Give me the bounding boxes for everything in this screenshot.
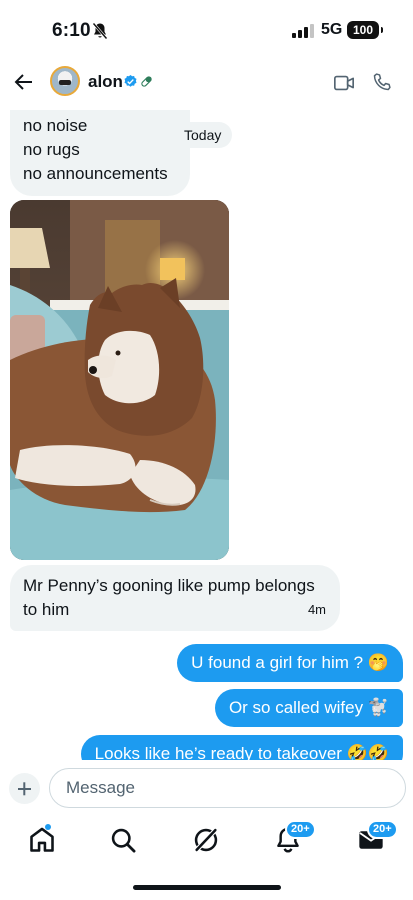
signal-icon — [292, 24, 314, 38]
username[interactable]: alon — [88, 72, 123, 92]
avatar[interactable] — [50, 66, 80, 96]
outgoing-message[interactable]: Looks like he’s ready to takeover 🤣🤣 — [80, 735, 403, 760]
status-time: 6:10 — [52, 20, 91, 41]
home-indicator — [133, 885, 281, 890]
bottom-navigation: 20+ 20+ — [0, 816, 413, 866]
back-arrow-icon[interactable] — [12, 70, 36, 94]
battery-indicator: 100 — [347, 21, 383, 39]
verified-icon — [124, 74, 137, 87]
date-separator: Today — [173, 122, 233, 148]
grok-icon[interactable] — [192, 826, 220, 854]
notifications-badge: 20+ — [285, 820, 316, 839]
message-input[interactable] — [49, 768, 406, 808]
home-unread-dot — [45, 824, 51, 830]
message-line: no noise — [23, 116, 88, 135]
video-call-icon[interactable] — [333, 72, 355, 94]
message-thread: no noise no rugs no announcements Today — [0, 110, 413, 760]
message-composer — [0, 760, 413, 816]
dog-photo — [10, 200, 229, 560]
add-media-button[interactable] — [9, 773, 40, 804]
outgoing-message[interactable]: Or so called wifey 🐩 — [214, 689, 403, 727]
photo-message[interactable] — [10, 200, 229, 560]
network-label: 5G — [321, 21, 343, 38]
message-text: Mr Penny’s gooning like pump belongs to … — [23, 576, 315, 619]
message-line: no announcements — [23, 164, 168, 183]
home-icon[interactable] — [28, 826, 56, 854]
incoming-message[interactable]: Mr Penny’s gooning like pump belongs to … — [10, 565, 340, 631]
search-icon[interactable] — [109, 826, 137, 854]
message-timestamp: 4m — [307, 602, 326, 617]
bell-off-icon — [92, 22, 108, 40]
pill-icon — [141, 76, 152, 87]
phone-call-icon[interactable] — [372, 72, 392, 92]
outgoing-message[interactable]: U found a girl for him ? 🤭 — [177, 644, 403, 682]
message-line: no rugs — [23, 140, 80, 159]
conversation-header: alon — [0, 58, 413, 110]
status-bar: 6:10 5G 100 — [0, 0, 413, 58]
incoming-message[interactable]: no noise no rugs no announcements — [10, 110, 190, 196]
messages-badge: 20+ — [367, 820, 398, 839]
